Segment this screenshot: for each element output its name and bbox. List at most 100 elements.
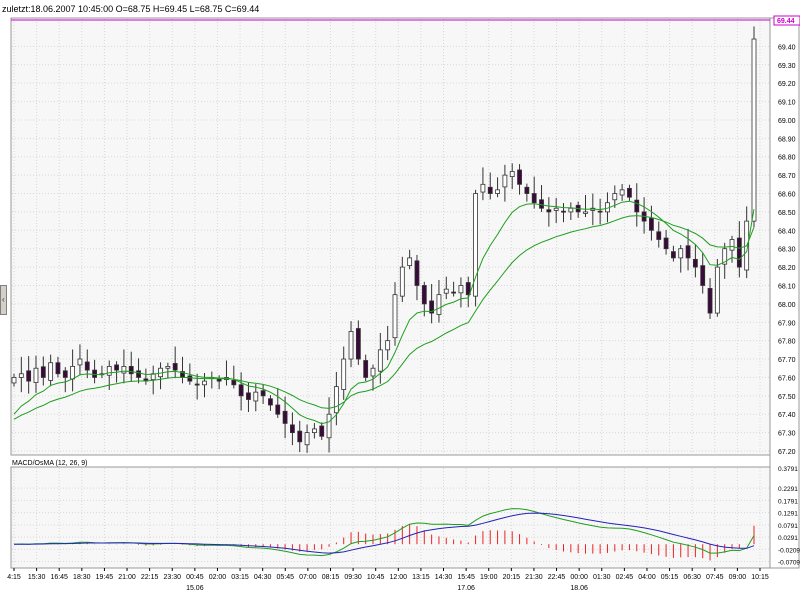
candle-body [399,266,405,297]
candle-body [612,193,618,201]
candle-body [341,358,347,390]
x-axis-label: 10:15 [751,574,769,581]
candle-body [363,360,369,378]
candle-body [509,171,515,178]
price-axis-label: 68.70 [778,173,796,180]
price-axis-label: 67.90 [778,320,796,327]
macd-axis-label: 0.1791 [778,498,798,505]
candle-body [128,365,134,375]
candle-body [568,207,574,213]
candle-body [106,365,112,376]
candle-body [421,285,427,305]
x-axis-label: 20:15 [503,574,521,581]
macd-pane [10,466,771,569]
x-axis-label: 06:30 [683,574,701,581]
candle-body [268,398,273,406]
x-axis-label: 21:30 [525,574,543,581]
candle-body [172,363,178,371]
candle-body [70,365,76,380]
candle-body [377,349,383,372]
x-axis-label: 02:00 [209,574,227,581]
price-axis-label: 67.60 [778,375,796,382]
candle-body [436,294,442,315]
candle-body [751,38,757,222]
macd-axis-label: 0.2291 [778,486,798,493]
candle-body [546,209,552,213]
x-axis-label: 10:45 [367,574,385,581]
candle-body [692,258,698,268]
candle-body [55,362,61,375]
candle-body [656,231,662,240]
candle-body [583,211,588,214]
candle-body [121,365,127,374]
candle-body [517,169,522,185]
price-axis-label: 67.20 [778,449,796,456]
candle-body [458,285,464,294]
price-axis-label: 69.30 [778,63,796,70]
macd-axis-label: 0.0791 [778,523,798,530]
x-axis-label: 00:00 [570,574,588,581]
price-axis-label: 67.30 [778,431,796,438]
candle-body [333,386,339,414]
candle-body [407,257,413,267]
candle-body [26,370,32,382]
candle-body [392,294,398,339]
x-axis-label: 13:15 [412,574,430,581]
price-axis-label: 69.10 [778,100,796,107]
candle-body [304,432,310,446]
candle-body [678,248,684,259]
x-axis-label: 04:30 [254,574,272,581]
x-axis-label: 19:45 [96,574,114,581]
candle-body [348,331,354,360]
candle-body [627,187,632,198]
candle-body [326,413,332,439]
panel-resize-handle[interactable]: ‹ [0,285,7,315]
candle-body [451,291,457,294]
candle-body [531,193,537,204]
candle-body [48,362,54,381]
candle-body [311,428,317,434]
date-label: 15.06 [186,585,204,592]
price-axis-label: 67.80 [778,339,796,346]
candle-body [649,217,654,231]
x-axis-label: 22:15 [141,574,159,581]
x-axis-label: 01:30 [593,574,611,581]
candle-body [414,260,420,286]
x-axis-label: 4:15 [7,574,21,581]
candle-body [40,366,46,378]
x-axis-label: 18:30 [73,574,91,581]
price-axis-label: 68.30 [778,247,796,254]
candle-body [165,365,171,369]
chart-canvas[interactable]: 67.20 67.30 67.40 67.50 67.60 67.70 67.80 67.90… [0,0,800,600]
candle-body [92,369,97,378]
price-axis-label: 68.40 [778,228,796,235]
candle-body [187,375,193,382]
macd-axis-label: -0.0209 [778,547,800,554]
candle-body [707,288,713,314]
candle-body [370,367,376,377]
candle-body [480,183,486,193]
candle-body [553,207,559,211]
candle-body [729,239,735,251]
x-axis-label: 09:00 [729,574,747,581]
price-axis-label: 69.40 [778,44,796,51]
candle-body [385,340,391,351]
candle-body [319,425,325,437]
candle-body [260,390,266,397]
candle-body [597,210,603,213]
candle-body [253,391,259,402]
candle-body [663,237,669,250]
x-axis-label: 21:00 [118,574,136,581]
candle-body [619,189,625,196]
price-axis-label: 67.40 [778,412,796,419]
candle-body [297,430,303,443]
x-axis-label: 02:45 [616,574,634,581]
candle-body [502,174,508,188]
x-axis-label: 15:30 [28,574,46,581]
candle-body [238,384,244,397]
candle-body [246,392,251,400]
last-price-label: 69.44 [777,18,795,25]
candle-body [290,424,295,434]
candle-body [634,199,640,213]
candle-body [33,367,39,383]
